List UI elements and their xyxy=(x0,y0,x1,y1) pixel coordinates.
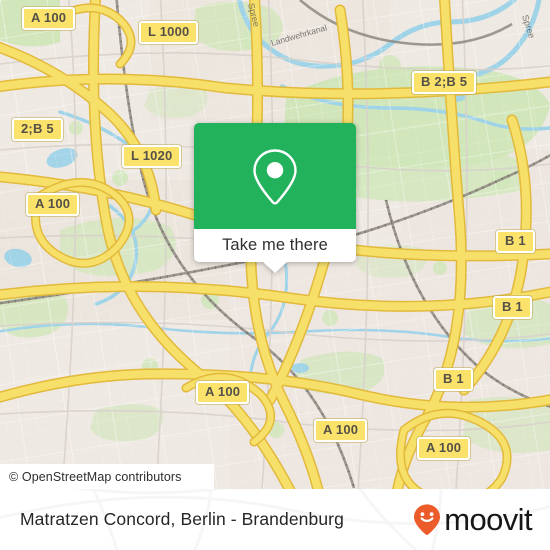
road-shield: B 1 xyxy=(496,230,535,253)
callout-action[interactable]: Take me there xyxy=(194,229,356,273)
road-shield-label: A 100 xyxy=(205,384,241,399)
map-canvas[interactable]: Spree Spree Landwehrkanal A 100 L 1000 B 2… xyxy=(0,0,550,489)
location-callout[interactable]: Take me there xyxy=(194,123,356,273)
road-shield: B 2;B 5 xyxy=(412,71,477,94)
road-shield: A 100 xyxy=(196,381,250,404)
road-shield-label: L 1000 xyxy=(148,24,190,39)
map-attribution: © OpenStreetMap contributors xyxy=(0,464,214,489)
road-shield-label: A 100 xyxy=(31,10,67,25)
road-shield-label: A 100 xyxy=(426,440,462,455)
moovit-logo[interactable]: moovit xyxy=(412,502,533,537)
road-shield: A 100 xyxy=(417,437,471,460)
map-pin-icon xyxy=(249,147,301,205)
map-share-card: Spree Spree Landwehrkanal A 100 L 1000 B 2… xyxy=(0,0,550,550)
callout-tail-icon xyxy=(263,262,287,273)
road-shield: A 100 xyxy=(26,193,80,216)
road-shield: A 100 xyxy=(314,419,368,442)
road-shield-label: B 1 xyxy=(443,371,464,386)
road-shield-label: B 1 xyxy=(502,299,523,314)
road-shield: B 1 xyxy=(434,368,473,391)
footer-bar: Matratzen Concord, Berlin - Brandenburg … xyxy=(0,489,550,550)
road-shield: A 100 xyxy=(22,7,76,30)
road-shield-label: A 100 xyxy=(35,196,71,211)
moovit-pin-icon xyxy=(412,503,442,536)
road-shield-label: B 1 xyxy=(505,233,526,248)
road-shield-label: A 100 xyxy=(323,422,359,437)
callout-action-label: Take me there xyxy=(222,236,328,254)
road-shield: L 1020 xyxy=(122,145,182,168)
attribution-text: © OpenStreetMap contributors xyxy=(9,469,182,484)
road-shield-label: B 2;B 5 xyxy=(421,74,468,89)
moovit-wordmark: moovit xyxy=(444,502,532,537)
road-shield: L 1000 xyxy=(139,21,199,44)
road-shield-label: 2;B 5 xyxy=(21,121,54,136)
place-title: Matratzen Concord, Berlin - Brandenburg xyxy=(20,509,344,529)
road-shield-label: L 1020 xyxy=(131,148,173,163)
road-shield: B 1 xyxy=(493,296,532,319)
road-shield: 2;B 5 xyxy=(12,118,63,141)
callout-icon-area xyxy=(194,123,356,229)
